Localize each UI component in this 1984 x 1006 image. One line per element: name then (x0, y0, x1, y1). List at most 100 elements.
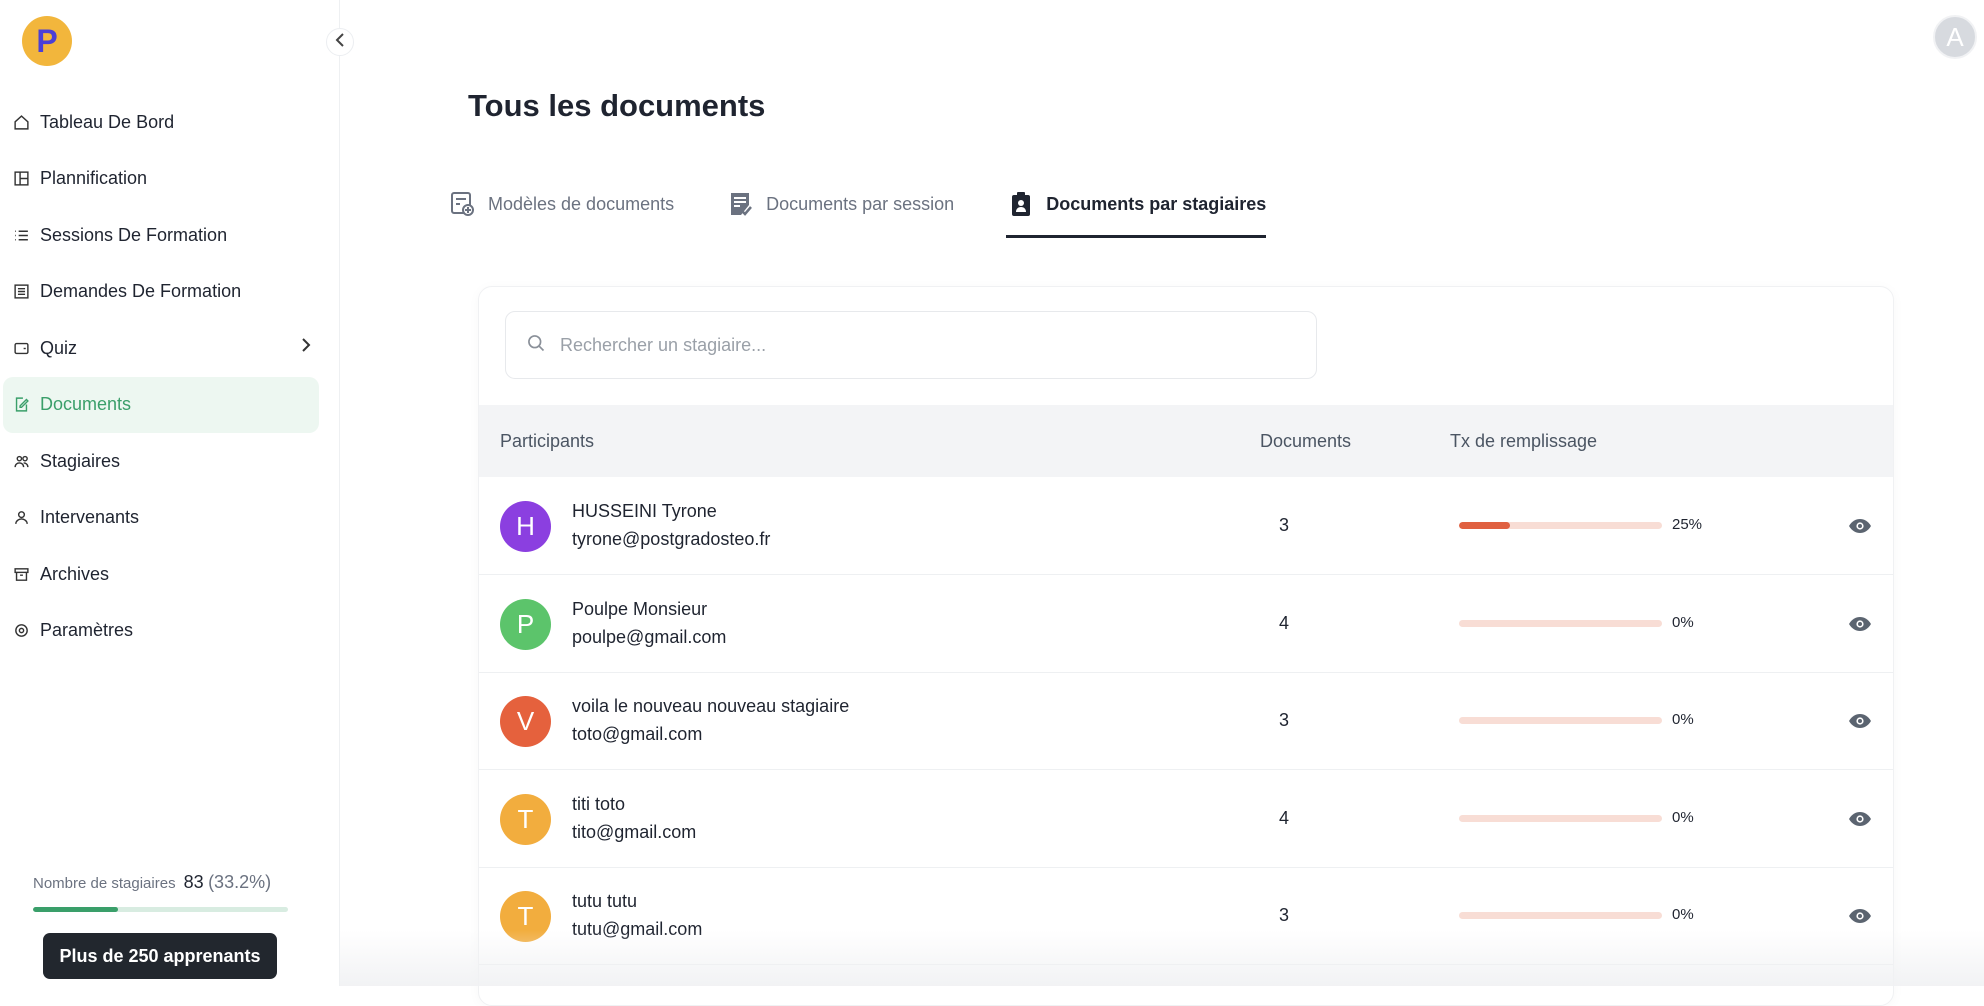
participant-email: poulpe@gmail.com (572, 626, 727, 647)
search-input[interactable] (560, 334, 1260, 356)
avatar: P (500, 598, 551, 650)
fill-rate-bar (1459, 717, 1662, 725)
trainee-quota: Nombre de stagiaires 83 (33.2%) (33, 872, 288, 912)
tab-label: Modèles de documents (488, 193, 675, 214)
quota-progress-bar (33, 907, 288, 912)
sidebar: P Tableau De Bord Plannification Session… (0, 0, 340, 986)
column-header-participants[interactable]: Participants (500, 431, 594, 452)
sidebar-item-label: Stagiaires (40, 450, 121, 471)
sidebar-item-label: Quiz (40, 337, 78, 358)
sidebar-item-label: Documents (40, 394, 132, 414)
collapse-sidebar-button[interactable] (326, 28, 354, 56)
table-row[interactable]: V voila le nouveau nouveau stagiaire tot… (479, 672, 1893, 771)
table-row[interactable]: H HUSSEINI Tyrone tyrone@postgradosteo.f… (479, 477, 1893, 575)
participant-name: Poulpe Monsieur (572, 598, 708, 619)
sidebar-item-label: Plannification (40, 168, 148, 188)
sidebar-item-tableau-de-bord[interactable]: Tableau De Bord (0, 94, 340, 150)
sidebar-item-documents[interactable]: Documents (3, 376, 319, 433)
sidebar-item-quiz[interactable]: Quiz (0, 320, 340, 376)
doc-check-icon (728, 191, 754, 217)
fill-rate-percent: 0% (1672, 711, 1694, 729)
column-header-documents[interactable]: Documents (1260, 431, 1351, 452)
search-icon (526, 333, 546, 358)
quiz-icon (12, 339, 30, 357)
avatar: V (500, 696, 551, 748)
sidebar-item-plannification[interactable]: Plannification (0, 151, 340, 207)
table-row[interactable]: P Poulpe Monsieur poulpe@gmail.com 4 0% (479, 575, 1893, 673)
view-eye-icon[interactable] (1847, 612, 1873, 636)
quota-label: Nombre de stagiaires (33, 875, 176, 892)
trainee-documents-card: Participants Documents Tx de remplissage… (478, 286, 1894, 1006)
user-icon (12, 509, 30, 527)
document-edit-icon (12, 396, 30, 414)
participant-email: tito@gmail.com (572, 821, 697, 842)
table-header: Participants Documents Tx de remplissage (479, 405, 1893, 477)
document-tabs: Modèles de documents Documents par sessi… (450, 184, 1320, 238)
page-title: Tous les documents (468, 88, 766, 123)
tab-documents-par-session[interactable]: Documents par session (728, 184, 954, 224)
participant-name: HUSSEINI Tyrone (572, 501, 717, 521)
view-eye-icon[interactable] (1847, 514, 1873, 538)
sidebar-item-label: Tableau De Bord (40, 111, 175, 132)
column-header-rate[interactable]: Tx de remplissage (1450, 431, 1597, 452)
document-count: 3 (1278, 905, 1289, 926)
fill-rate-bar (1459, 619, 1662, 627)
gear-icon (12, 622, 30, 640)
quota-value: 83 (183, 872, 204, 892)
participant-email: toto@gmail.com (572, 724, 703, 745)
list-icon (12, 226, 30, 244)
users-icon (12, 452, 30, 470)
user-avatar[interactable]: A (1933, 15, 1977, 59)
fill-rate-bar (1459, 912, 1662, 920)
sidebar-item-label: Sessions De Formation (40, 224, 228, 245)
layout-icon (12, 170, 30, 188)
quota-percent: (33.2%) (208, 872, 272, 892)
avatar: T (500, 891, 551, 943)
document-count: 4 (1278, 612, 1289, 633)
fill-rate-percent: 25% (1672, 516, 1703, 533)
sidebar-item-parametres[interactable]: Paramètres (0, 603, 340, 659)
template-icon (450, 191, 476, 217)
participant-name: voila le nouveau nouveau stagiaire (572, 696, 850, 717)
tab-label: Documents par session (766, 193, 955, 214)
search-bar (505, 311, 1317, 379)
chevron-right-icon (300, 338, 312, 357)
table-row[interactable]: T tutu tutu tutu@gmail.com 3 0% (479, 867, 1893, 966)
fill-rate-percent: 0% (1672, 808, 1694, 826)
participant-email: tutu@gmail.com (572, 919, 703, 940)
archive-icon (12, 565, 30, 583)
avatar: T (500, 793, 551, 845)
document-count: 3 (1278, 710, 1289, 731)
participant-name: titi toto (572, 793, 626, 814)
fill-rate-bar-fill (1459, 522, 1510, 529)
logo-letter: P (36, 22, 58, 59)
sidebar-item-label: Paramètres (40, 620, 134, 640)
sidebar-nav: Tableau De Bord Plannification Sessions … (0, 94, 340, 659)
sidebar-item-intervenants[interactable]: Intervenants (0, 490, 340, 546)
view-eye-icon[interactable] (1847, 807, 1873, 831)
view-eye-icon[interactable] (1847, 709, 1873, 733)
sidebar-item-stagiaires[interactable]: Stagiaires (0, 433, 340, 489)
upgrade-button[interactable]: Plus de 250 apprenants (43, 933, 277, 979)
sidebar-item-sessions[interactable]: Sessions De Formation (0, 207, 340, 263)
sidebar-item-demandes[interactable]: Demandes De Formation (0, 264, 340, 320)
sidebar-item-archives[interactable]: Archives (0, 546, 340, 602)
tab-modeles-documents[interactable]: Modèles de documents (450, 184, 674, 224)
participant-email: tyrone@postgradosteo.fr (572, 529, 771, 549)
home-icon (12, 113, 30, 131)
sidebar-item-label: Intervenants (40, 507, 140, 527)
view-eye-icon[interactable] (1847, 904, 1873, 928)
clipboard-user-icon (1008, 191, 1034, 217)
tab-label: Documents par stagiaires (1046, 193, 1267, 214)
quota-progress-fill (33, 907, 118, 912)
sidebar-item-label: Demandes De Formation (40, 281, 242, 301)
fill-rate-bar (1459, 522, 1662, 529)
table-row[interactable]: T titi toto tito@gmail.com 4 0% (479, 770, 1893, 868)
app-logo[interactable]: P (22, 16, 72, 66)
sidebar-item-label: Archives (40, 563, 110, 584)
tab-documents-par-stagiaires[interactable]: Documents par stagiaires (1006, 184, 1267, 238)
participant-name: tutu tutu (572, 891, 638, 912)
fill-rate-percent: 0% (1672, 906, 1694, 924)
document-count: 4 (1278, 807, 1289, 828)
fill-rate-percent: 0% (1672, 613, 1694, 631)
